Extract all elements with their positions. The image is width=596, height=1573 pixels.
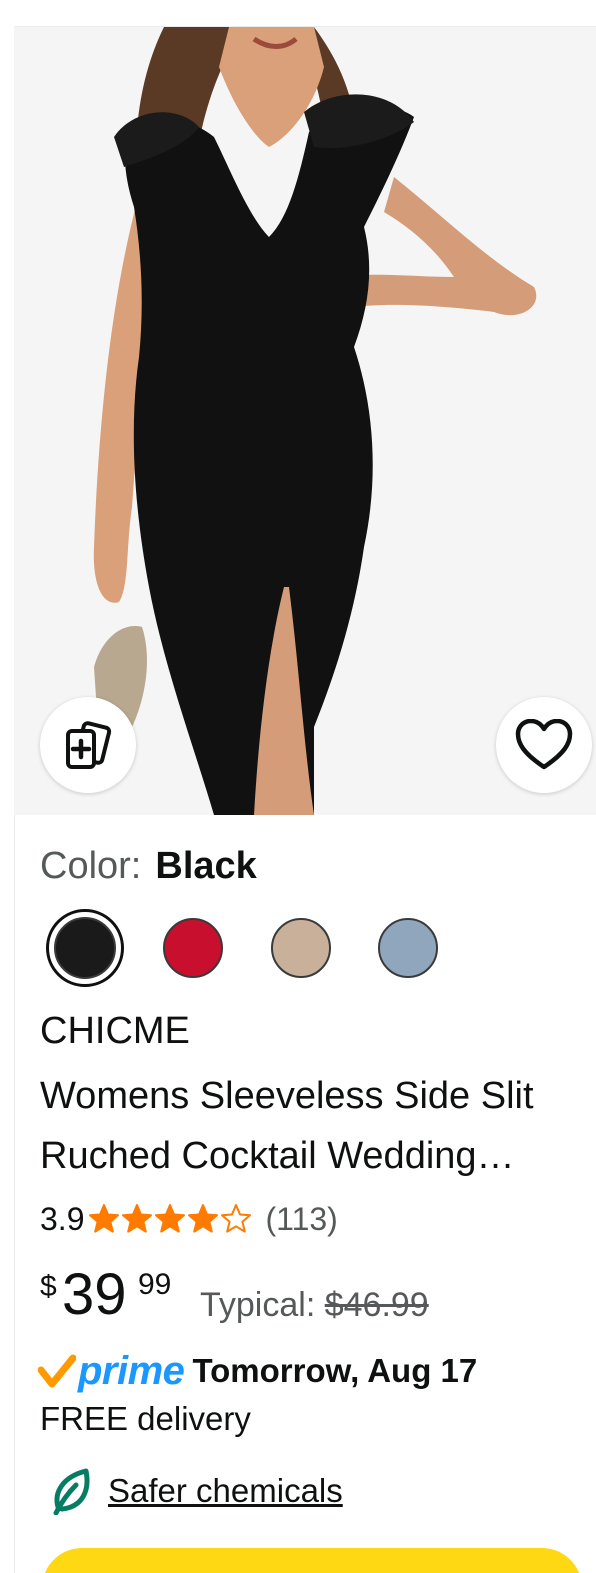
heart-icon: [515, 719, 573, 770]
star-icon: [155, 1204, 186, 1233]
star-icon: [221, 1204, 252, 1233]
typical-label: Typical:: [200, 1286, 316, 1324]
star-icon: [122, 1204, 153, 1233]
compare-button[interactable]: [40, 697, 136, 793]
swatch-tan[interactable]: [271, 918, 331, 978]
rating-row[interactable]: 3.9 (113): [40, 1196, 338, 1242]
safer-chemicals[interactable]: Safer chemicals: [50, 1468, 343, 1515]
color-selector-label: Color: Black: [40, 843, 257, 889]
dress-illustration: [14, 27, 596, 815]
color-label: Color:: [40, 845, 142, 887]
star-icon: [188, 1204, 219, 1233]
swatch-black-fill: [54, 917, 116, 979]
product-title-line1: Womens Sleeveless Side Slit: [40, 1075, 534, 1117]
swatch-red[interactable]: [163, 918, 223, 978]
color-value: Black: [155, 845, 257, 887]
review-count: (113): [265, 1200, 338, 1237]
price-whole: 39: [62, 1262, 127, 1327]
brand-name[interactable]: CHICME: [40, 1008, 190, 1054]
product-title[interactable]: Womens Sleeveless Side Slit Ruched Cockt…: [40, 1066, 585, 1186]
leaf-icon: [53, 1468, 90, 1515]
free-delivery: FREE delivery: [40, 1400, 251, 1437]
price-symbol: $: [40, 1270, 57, 1303]
compare-cards-icon: [66, 721, 112, 769]
typical-price: $46.99: [324, 1286, 429, 1324]
rating-value: 3.9: [40, 1200, 85, 1237]
star-icon: [89, 1204, 120, 1233]
prime-check-icon: [38, 1354, 76, 1388]
product-title-line2: Ruched Cocktail Wedding…: [40, 1135, 515, 1177]
price-fraction: 99: [138, 1268, 172, 1301]
swatch-black[interactable]: [46, 909, 124, 987]
prime-word: prime: [78, 1348, 185, 1393]
typical-price-block: Typical: $46.99: [200, 1286, 429, 1325]
delivery-date: Tomorrow, Aug 17: [192, 1352, 478, 1389]
safer-chemicals-link[interactable]: Safer chemicals: [108, 1472, 343, 1510]
prime-logo: prime: [38, 1348, 185, 1394]
star-rating: [88, 1203, 253, 1235]
prime-delivery: prime Tomorrow, Aug 17: [38, 1348, 477, 1394]
add-to-cart-button[interactable]: [42, 1548, 582, 1573]
wishlist-button[interactable]: [496, 697, 592, 793]
swatch-blue-gray[interactable]: [378, 918, 438, 978]
product-image[interactable]: [14, 27, 596, 815]
